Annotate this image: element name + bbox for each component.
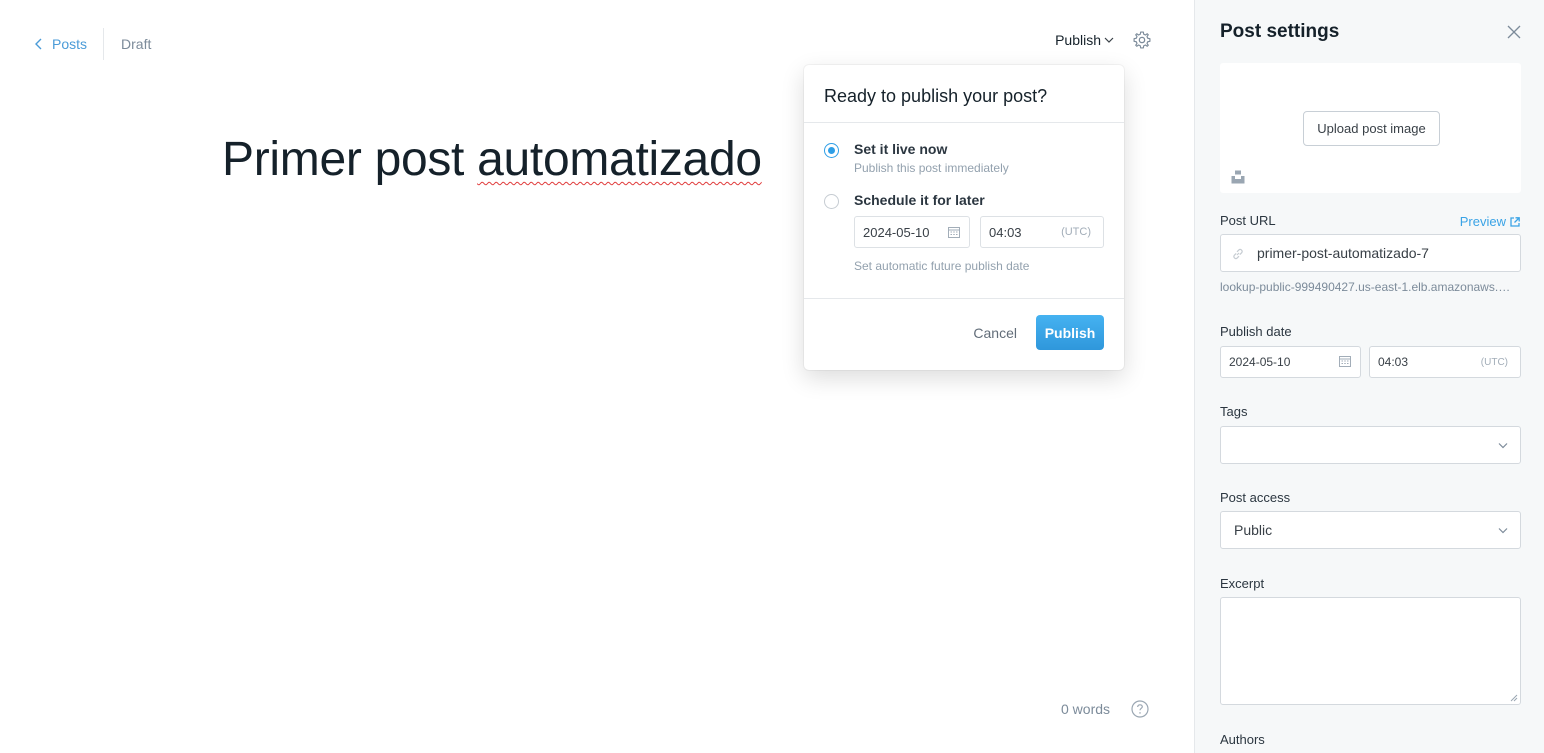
popover-heading: Ready to publish your post? bbox=[804, 65, 1124, 123]
post-settings-panel: Post settings Upload post image Post URL… bbox=[1194, 0, 1544, 753]
publish-time-input[interactable]: 04:03 (UTC) bbox=[1369, 346, 1521, 378]
post-url-hint: lookup-public-999490427.us-east-1.elb.am… bbox=[1220, 280, 1515, 294]
tags-select[interactable] bbox=[1220, 426, 1521, 464]
calendar-icon[interactable] bbox=[1339, 355, 1351, 367]
back-label: Posts bbox=[52, 36, 88, 52]
option-schedule[interactable]: Schedule it for later 2024-05-10 04:03 (… bbox=[824, 192, 1104, 273]
publish-date-label: Publish date bbox=[1220, 324, 1292, 339]
calendar-icon[interactable] bbox=[948, 226, 960, 238]
back-to-posts-link[interactable]: Posts bbox=[34, 28, 105, 60]
upload-image-button[interactable]: Upload post image bbox=[1303, 111, 1440, 146]
schedule-note: Set automatic future publish date bbox=[854, 259, 1030, 273]
schedule-time-value: 04:03 bbox=[989, 224, 1022, 240]
option-publish-now[interactable]: Set it live now Publish this post immedi… bbox=[824, 141, 1104, 175]
option-description: Publish this post immediately bbox=[854, 161, 1009, 175]
schedule-inputs: 2024-05-10 04:03 (UTC) bbox=[854, 216, 1104, 248]
post-url-input[interactable]: primer-post-automatizado-7 bbox=[1220, 234, 1521, 272]
chevron-left-icon bbox=[35, 38, 42, 50]
schedule-radio[interactable] bbox=[824, 194, 839, 209]
publish-menu-label: Publish bbox=[1055, 32, 1101, 48]
post-access-label: Post access bbox=[1220, 490, 1291, 505]
schedule-time-input[interactable]: 04:03 (UTC) bbox=[980, 216, 1104, 248]
publish-date-input[interactable]: 2024-05-10 bbox=[1220, 346, 1361, 378]
option-label: Schedule it for later bbox=[854, 192, 985, 208]
gear-icon[interactable] bbox=[1132, 30, 1152, 50]
post-url-label: Post URL bbox=[1220, 213, 1276, 228]
schedule-date-input[interactable]: 2024-05-10 bbox=[854, 216, 970, 248]
post-title-part1: Primer post bbox=[222, 133, 478, 186]
external-link-icon bbox=[1510, 216, 1520, 227]
excerpt-label: Excerpt bbox=[1220, 576, 1265, 591]
post-url-value: primer-post-automatizado-7 bbox=[1257, 245, 1429, 261]
help-icon[interactable] bbox=[1131, 700, 1149, 718]
publish-button[interactable]: Publish bbox=[1036, 315, 1104, 350]
publish-menu-trigger[interactable]: Publish bbox=[1055, 32, 1114, 48]
preview-label: Preview bbox=[1459, 214, 1506, 229]
post-status: Draft bbox=[121, 36, 152, 52]
unsplash-icon[interactable] bbox=[1231, 170, 1245, 184]
timezone-label: (UTC) bbox=[1480, 356, 1508, 368]
timezone-label: (UTC) bbox=[1061, 226, 1091, 238]
resize-grip-icon[interactable] bbox=[1510, 694, 1518, 702]
post-access-select[interactable]: Public bbox=[1220, 511, 1521, 549]
excerpt-textarea[interactable] bbox=[1220, 597, 1521, 705]
option-text: Schedule it for later 2024-05-10 04:03 (… bbox=[854, 192, 1104, 273]
preview-link[interactable]: Preview bbox=[1460, 214, 1520, 229]
close-icon[interactable] bbox=[1507, 25, 1521, 39]
publish-now-radio[interactable] bbox=[824, 143, 839, 158]
post-title-part2: automatizado bbox=[477, 133, 762, 186]
chevron-down-icon bbox=[1498, 443, 1508, 449]
publish-popover: Ready to publish your post? Set it live … bbox=[804, 65, 1124, 370]
option-text: Set it live now Publish this post immedi… bbox=[854, 141, 1009, 175]
tags-label: Tags bbox=[1220, 404, 1248, 419]
popover-footer: Cancel Publish bbox=[804, 299, 1124, 350]
post-title[interactable]: Primer post automatizado bbox=[222, 132, 762, 187]
editor-actions: Publish bbox=[1055, 30, 1152, 50]
schedule-date-value: 2024-05-10 bbox=[863, 224, 930, 240]
link-icon bbox=[1233, 248, 1243, 260]
post-access-value: Public bbox=[1234, 522, 1273, 538]
publish-date-value: 2024-05-10 bbox=[1229, 355, 1291, 369]
publish-options: Set it live now Publish this post immedi… bbox=[804, 123, 1124, 299]
post-image-dropzone[interactable]: Upload post image bbox=[1220, 63, 1521, 193]
panel-title: Post settings bbox=[1220, 21, 1340, 42]
chevron-down-icon bbox=[1104, 37, 1114, 43]
word-count: 0 words bbox=[1061, 701, 1111, 717]
option-label: Set it live now bbox=[854, 141, 948, 157]
cancel-button[interactable]: Cancel bbox=[973, 325, 1017, 341]
publish-time-value: 04:03 bbox=[1378, 355, 1409, 369]
chevron-down-icon bbox=[1498, 528, 1508, 534]
authors-label: Authors bbox=[1220, 732, 1265, 747]
editor-breadcrumb: Posts Draft bbox=[34, 28, 151, 60]
